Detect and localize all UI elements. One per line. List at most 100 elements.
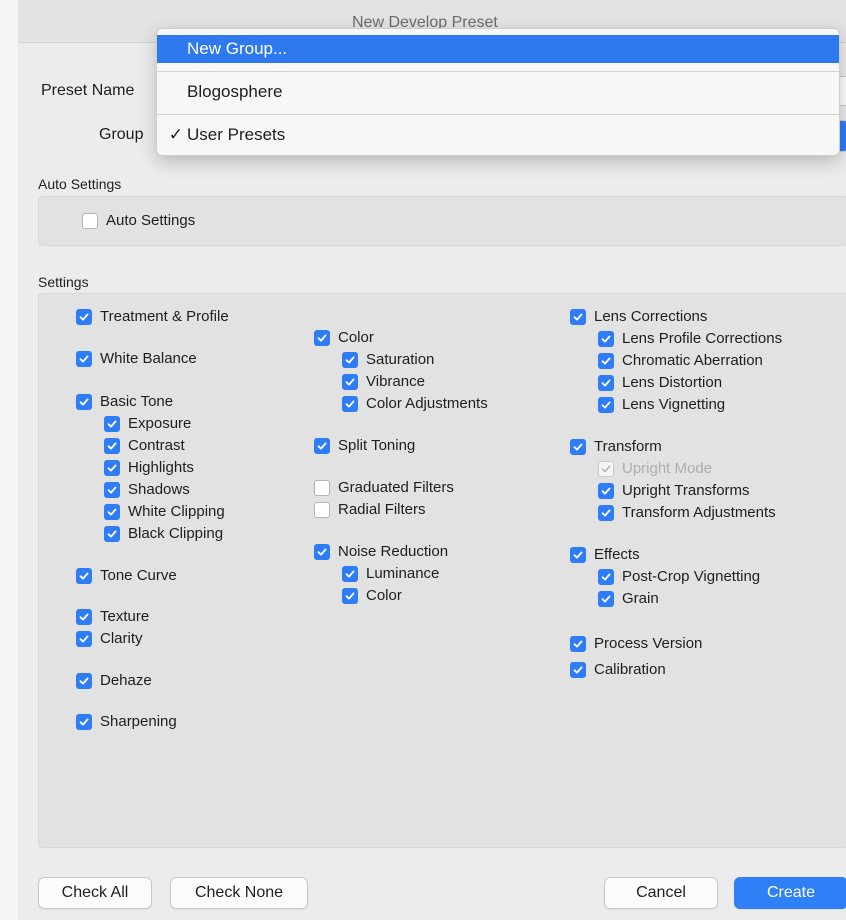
background-strip bbox=[0, 0, 18, 920]
checkbox-upright-transforms[interactable]: Upright Transforms bbox=[598, 482, 750, 499]
checkbox-color[interactable]: Color bbox=[342, 587, 402, 604]
checkmark-icon[interactable] bbox=[104, 525, 120, 542]
checkmark-icon[interactable] bbox=[76, 672, 92, 689]
checkmark-icon[interactable] bbox=[598, 482, 614, 499]
checkmark-icon[interactable] bbox=[76, 567, 92, 584]
checkbox-label: Exposure bbox=[128, 415, 192, 432]
checkmark-icon[interactable] bbox=[342, 587, 358, 604]
group-dropdown-menu: New Group... Blogosphere ✓ User Presets bbox=[156, 28, 840, 156]
checkmark-icon[interactable] bbox=[76, 713, 92, 730]
checkbox-box[interactable] bbox=[82, 212, 98, 229]
create-button[interactable]: Create bbox=[734, 877, 846, 909]
checkbox-white-balance[interactable]: White Balance bbox=[76, 350, 197, 367]
checkbox-dehaze[interactable]: Dehaze bbox=[76, 672, 152, 689]
checkmark-icon[interactable] bbox=[104, 481, 120, 498]
checkbox-color[interactable]: Color bbox=[314, 329, 374, 346]
checkmark-icon[interactable] bbox=[76, 308, 92, 325]
checkbox-graduated-filters[interactable]: Graduated Filters bbox=[314, 479, 454, 496]
checkbox-calibration[interactable]: Calibration bbox=[570, 661, 666, 678]
checkbox-label: Upright Transforms bbox=[622, 482, 750, 499]
checkbox-grain[interactable]: Grain bbox=[598, 590, 659, 607]
checkbox-box[interactable] bbox=[314, 479, 330, 496]
checkmark-icon bbox=[598, 460, 614, 477]
checkbox-white-clipping[interactable]: White Clipping bbox=[104, 503, 225, 520]
checkmark-icon[interactable] bbox=[598, 330, 614, 347]
checkbox-basic-tone[interactable]: Basic Tone bbox=[76, 393, 173, 410]
menu-item-label: New Group... bbox=[187, 39, 288, 58]
checkmark-icon[interactable] bbox=[598, 396, 614, 413]
checkmark-icon[interactable] bbox=[598, 590, 614, 607]
checkmark-icon[interactable] bbox=[598, 504, 614, 521]
checkmark-icon[interactable] bbox=[104, 415, 120, 432]
checkbox-contrast[interactable]: Contrast bbox=[104, 437, 185, 454]
checkbox-transform[interactable]: Transform bbox=[570, 438, 662, 455]
checkmark-icon[interactable] bbox=[598, 374, 614, 391]
checkmark-icon[interactable] bbox=[104, 459, 120, 476]
checkbox-label: Transform bbox=[594, 438, 662, 455]
checkbox-vibrance[interactable]: Vibrance bbox=[342, 373, 425, 390]
checkbox-label: Black Clipping bbox=[128, 525, 224, 542]
checkbox-label: Color bbox=[338, 329, 374, 346]
checkbox-effects[interactable]: Effects bbox=[570, 546, 640, 563]
checkmark-icon[interactable] bbox=[570, 546, 586, 563]
checkbox-treatment-profile[interactable]: Treatment & Profile bbox=[76, 308, 229, 325]
checkbox-luminance[interactable]: Luminance bbox=[342, 565, 439, 582]
checkbox-sharpening[interactable]: Sharpening bbox=[76, 713, 177, 730]
checkmark-icon[interactable] bbox=[342, 395, 358, 412]
check-none-button[interactable]: Check None bbox=[170, 877, 308, 909]
checkmark-icon[interactable] bbox=[314, 543, 330, 560]
group-label: Group bbox=[99, 126, 144, 143]
checkmark-icon[interactable] bbox=[598, 568, 614, 585]
checkmark-icon[interactable] bbox=[598, 352, 614, 369]
checkbox-lens-corrections[interactable]: Lens Corrections bbox=[570, 308, 707, 325]
checkbox-label: Noise Reduction bbox=[338, 543, 449, 560]
menu-item-user-presets[interactable]: ✓ User Presets bbox=[157, 121, 839, 149]
checkbox-lens-profile-corrections[interactable]: Lens Profile Corrections bbox=[598, 330, 782, 347]
checkmark-icon[interactable] bbox=[570, 308, 586, 325]
checkbox-label: Clarity bbox=[100, 630, 143, 647]
checkbox-highlights[interactable]: Highlights bbox=[104, 459, 194, 476]
checkmark-icon[interactable] bbox=[104, 437, 120, 454]
settings-section-label: Settings bbox=[38, 274, 89, 290]
checkmark-icon[interactable] bbox=[76, 350, 92, 367]
checkmark-icon[interactable] bbox=[76, 630, 92, 647]
checkbox-post-crop-vignetting[interactable]: Post-Crop Vignetting bbox=[598, 568, 760, 585]
checkbox-chromatic-aberration[interactable]: Chromatic Aberration bbox=[598, 352, 763, 369]
auto-settings-checkbox[interactable]: Auto Settings bbox=[82, 212, 195, 229]
checkmark-icon[interactable] bbox=[314, 329, 330, 346]
checkmark-icon[interactable] bbox=[76, 393, 92, 410]
checkbox-radial-filters[interactable]: Radial Filters bbox=[314, 501, 426, 518]
checkbox-texture[interactable]: Texture bbox=[76, 608, 149, 625]
checkbox-noise-reduction[interactable]: Noise Reduction bbox=[314, 543, 448, 560]
checkbox-black-clipping[interactable]: Black Clipping bbox=[104, 525, 223, 542]
cancel-button[interactable]: Cancel bbox=[604, 877, 718, 909]
menu-item-new-group[interactable]: New Group... bbox=[157, 35, 839, 63]
checkbox-process-version[interactable]: Process Version bbox=[570, 635, 702, 652]
checkmark-icon[interactable] bbox=[342, 565, 358, 582]
checkbox-box[interactable] bbox=[314, 501, 330, 518]
checkbox-color-adjustments[interactable]: Color Adjustments bbox=[342, 395, 488, 412]
checkbox-saturation[interactable]: Saturation bbox=[342, 351, 434, 368]
checkbox-split-toning[interactable]: Split Toning bbox=[314, 437, 415, 454]
menu-item-blogosphere[interactable]: Blogosphere bbox=[157, 78, 839, 106]
checkbox-transform-adjustments[interactable]: Transform Adjustments bbox=[598, 504, 776, 521]
preset-name-label: Preset Name bbox=[41, 82, 135, 99]
checkbox-lens-distortion[interactable]: Lens Distortion bbox=[598, 374, 722, 391]
checkmark-icon[interactable] bbox=[76, 608, 92, 625]
checkmark-icon[interactable] bbox=[342, 351, 358, 368]
checkbox-tone-curve[interactable]: Tone Curve bbox=[76, 567, 177, 584]
checkbox-label: Transform Adjustments bbox=[622, 504, 776, 521]
checkmark-icon[interactable] bbox=[570, 661, 586, 678]
checkbox-shadows[interactable]: Shadows bbox=[104, 481, 190, 498]
checkmark-icon[interactable] bbox=[570, 635, 586, 652]
checkbox-exposure[interactable]: Exposure bbox=[104, 415, 191, 432]
checkmark-icon[interactable] bbox=[342, 373, 358, 390]
checkbox-label: Chromatic Aberration bbox=[622, 352, 763, 369]
checkbox-lens-vignetting[interactable]: Lens Vignetting bbox=[598, 396, 725, 413]
checkmark-icon[interactable] bbox=[314, 437, 330, 454]
checkmark-icon[interactable] bbox=[570, 438, 586, 455]
check-all-button[interactable]: Check All bbox=[38, 877, 152, 909]
checkmark-icon[interactable] bbox=[104, 503, 120, 520]
checkbox-clarity[interactable]: Clarity bbox=[76, 630, 143, 647]
checkbox-label: Lens Profile Corrections bbox=[622, 330, 783, 347]
